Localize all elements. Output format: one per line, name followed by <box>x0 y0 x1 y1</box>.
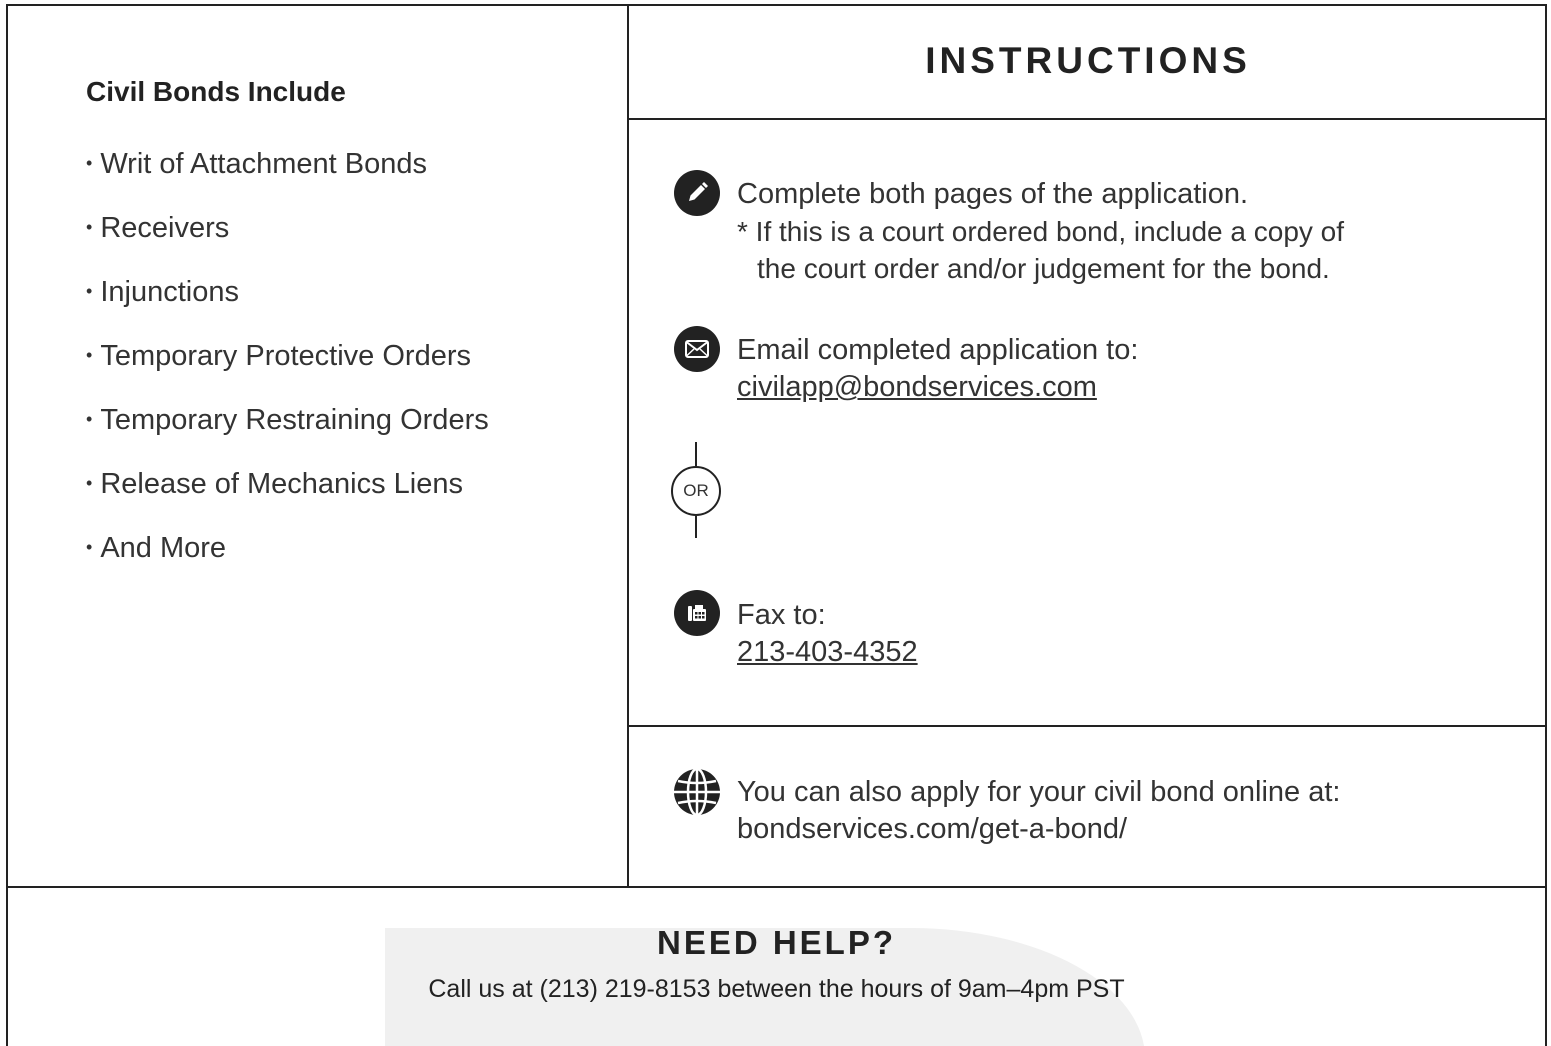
column-divider <box>627 4 629 888</box>
list-item: Receivers <box>86 208 489 272</box>
list-item: Writ of Attachment Bonds <box>86 144 489 208</box>
fax-number-link[interactable]: 213-403-4352 <box>737 634 918 671</box>
instructions-title: INSTRUCTIONS <box>925 40 1251 81</box>
globe-icon <box>673 767 721 817</box>
or-separator: OR <box>671 466 721 516</box>
online-section-divider <box>629 725 1547 727</box>
email-link[interactable]: civilapp@bondservices.com <box>737 369 1138 406</box>
envelope-icon <box>674 326 720 372</box>
need-help-title: NEED HELP? <box>656 924 897 961</box>
step-complete-application: Complete both pages of the application. … <box>737 176 1344 287</box>
help-phone-text: Call us at (213) 219-8153 between the ho… <box>428 975 1125 1003</box>
civil-bonds-title: Civil Bonds Include <box>86 76 346 107</box>
instructions-header-divider <box>629 118 1547 120</box>
online-label: You can also apply for your civil bond o… <box>737 776 1341 808</box>
list-item: Temporary Protective Orders <box>86 336 489 400</box>
list-item: Injunctions <box>86 272 489 336</box>
step-email: Email completed application to: civilapp… <box>737 332 1138 406</box>
court-order-note-continued: the court order and/or judgement for the… <box>757 253 1330 284</box>
list-item: Temporary Restraining Orders <box>86 400 488 464</box>
civil-bonds-list: Writ of Attachment Bonds Receivers Injun… <box>86 144 489 592</box>
list-item: And More <box>86 528 489 592</box>
list-item: Release of Mechanics Liens <box>86 464 489 528</box>
or-line-bottom <box>695 516 697 538</box>
online-apply: You can also apply for your civil bond o… <box>737 774 1340 848</box>
step-complete-text: Complete both pages of the application. <box>737 178 1249 210</box>
pencil-icon <box>674 170 720 216</box>
online-url[interactable]: bondservices.com/get-a-bond/ <box>737 811 1340 848</box>
court-order-note: * If this is a court ordered bond, inclu… <box>737 216 1345 247</box>
fax-icon <box>674 590 720 636</box>
fax-label: Fax to: <box>737 599 826 631</box>
or-line-top <box>695 442 697 466</box>
email-label: Email completed application to: <box>737 334 1139 366</box>
step-fax: Fax to: 213-403-4352 <box>737 597 918 671</box>
help-section-divider <box>6 886 1547 888</box>
